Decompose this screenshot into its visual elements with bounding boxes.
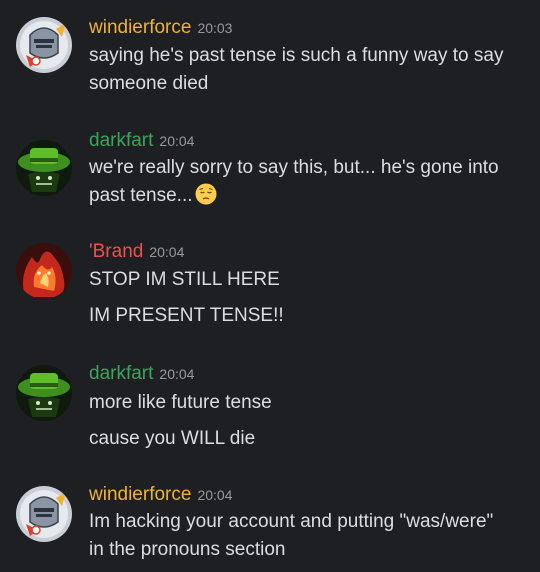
timestamp: 20:04 bbox=[159, 366, 195, 382]
green-hat-icon bbox=[16, 365, 72, 421]
message-text: Im hacking your account and putting "was… bbox=[89, 511, 494, 532]
message-text: in the pronouns section bbox=[89, 539, 286, 560]
timestamp: 20:04 bbox=[149, 244, 185, 260]
knight-helmet-icon bbox=[16, 486, 72, 542]
username[interactable]: darkfart bbox=[89, 130, 153, 151]
user-avatar[interactable] bbox=[16, 17, 72, 73]
timestamp: 20:04 bbox=[159, 133, 195, 149]
message-text: past tense... bbox=[89, 182, 217, 210]
username[interactable]: windierforce bbox=[89, 484, 191, 505]
timestamp: 20:04 bbox=[197, 487, 233, 503]
user-avatar[interactable] bbox=[16, 365, 72, 421]
user-avatar[interactable] bbox=[16, 243, 72, 299]
message-text: IM PRESENT TENSE!! bbox=[89, 305, 284, 326]
red-fire-character-icon bbox=[16, 243, 72, 299]
message-text: cause you WILL die bbox=[89, 428, 256, 449]
message-text-span: past tense... bbox=[89, 185, 193, 206]
knight-helmet-icon bbox=[16, 17, 72, 73]
user-avatar[interactable] bbox=[16, 140, 72, 196]
message-text: saying he's past tense is such a funny w… bbox=[89, 45, 504, 66]
green-hat-icon bbox=[16, 140, 72, 196]
message-text: someone died bbox=[89, 73, 209, 94]
message-text: we're really sorry to say this, but... h… bbox=[89, 157, 499, 178]
user-avatar[interactable] bbox=[16, 486, 72, 542]
pensive-face-emoji bbox=[195, 183, 217, 205]
username[interactable]: 'Brand bbox=[89, 241, 143, 262]
timestamp: 20:03 bbox=[197, 20, 233, 36]
message-text: STOP IM STILL HERE bbox=[89, 269, 280, 290]
username[interactable]: darkfart bbox=[89, 363, 153, 384]
username[interactable]: windierforce bbox=[89, 17, 191, 38]
message-text: more like future tense bbox=[89, 392, 272, 413]
